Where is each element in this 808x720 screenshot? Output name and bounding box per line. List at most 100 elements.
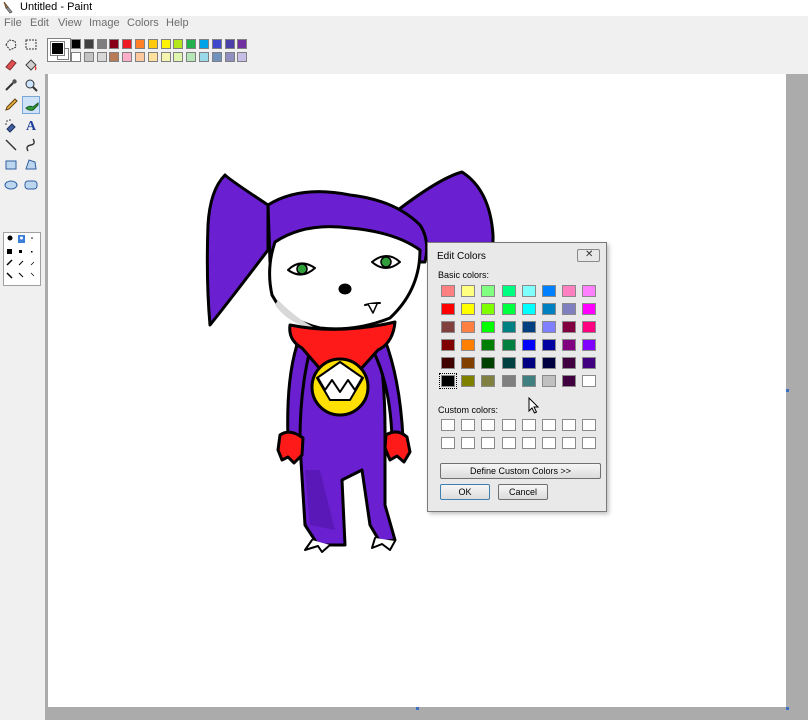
palette-swatch[interactable]: [71, 39, 81, 49]
palette-swatch[interactable]: [147, 39, 158, 49]
basic-color-swatch[interactable]: [582, 321, 597, 333]
basic-color-swatch[interactable]: [481, 357, 496, 369]
basic-color-swatch[interactable]: [441, 321, 455, 333]
brush-options-box[interactable]: [3, 232, 41, 286]
cancel-button[interactable]: Cancel: [498, 484, 548, 500]
custom-color-swatch[interactable]: [441, 437, 455, 449]
basic-color-swatch[interactable]: [461, 339, 476, 351]
basic-color-swatch[interactable]: [521, 285, 536, 297]
custom-color-swatch[interactable]: [562, 419, 577, 431]
basic-color-swatch[interactable]: [461, 357, 476, 369]
basic-color-swatch[interactable]: [582, 339, 597, 351]
palette-swatch[interactable]: [186, 39, 197, 49]
palette-swatch[interactable]: [186, 52, 197, 62]
basic-color-swatch[interactable]: [461, 321, 476, 333]
basic-color-swatch[interactable]: [481, 321, 496, 333]
define-custom-colors-button[interactable]: Define Custom Colors >>: [440, 463, 601, 479]
menu-image[interactable]: Image: [89, 17, 120, 29]
custom-color-swatch[interactable]: [501, 437, 516, 449]
basic-color-swatch[interactable]: [562, 321, 577, 333]
basic-color-swatch[interactable]: [521, 321, 536, 333]
brush-tool[interactable]: [22, 96, 40, 114]
custom-color-swatch[interactable]: [481, 437, 496, 449]
basic-color-swatch[interactable]: [441, 303, 455, 315]
dialog-close-button[interactable]: ✕: [577, 249, 600, 262]
palette-swatch[interactable]: [199, 39, 209, 49]
custom-color-swatch[interactable]: [461, 437, 476, 449]
palette-swatch[interactable]: [237, 52, 248, 62]
palette-swatch[interactable]: [135, 52, 145, 62]
basic-color-swatch[interactable]: [562, 339, 577, 351]
basic-color-swatch[interactable]: [562, 357, 577, 369]
palette-swatch[interactable]: [83, 39, 94, 49]
basic-color-swatch[interactable]: [562, 375, 577, 387]
canvas-resize-handle-right[interactable]: [786, 389, 789, 392]
palette-swatch[interactable]: [160, 39, 171, 49]
palette-swatch[interactable]: [237, 39, 248, 49]
palette-swatch[interactable]: [83, 52, 94, 62]
custom-color-swatch[interactable]: [542, 437, 556, 449]
menu-colors[interactable]: Colors: [127, 17, 159, 29]
palette-swatch[interactable]: [109, 39, 120, 49]
basic-color-swatch[interactable]: [521, 357, 536, 369]
basic-color-swatch[interactable]: [501, 339, 516, 351]
palette-swatch[interactable]: [147, 52, 158, 62]
custom-color-swatch[interactable]: [542, 419, 556, 431]
palette-swatch[interactable]: [122, 39, 133, 49]
palette-swatch[interactable]: [109, 52, 120, 62]
palette-swatch[interactable]: [96, 52, 107, 62]
palette-swatch[interactable]: [224, 52, 235, 62]
custom-color-swatch[interactable]: [501, 419, 516, 431]
basic-color-swatch[interactable]: [582, 375, 597, 387]
custom-color-swatch[interactable]: [521, 419, 536, 431]
basic-color-swatch[interactable]: [439, 373, 457, 389]
basic-color-swatch[interactable]: [461, 375, 476, 387]
palette-swatch[interactable]: [173, 39, 184, 49]
basic-color-swatch[interactable]: [461, 303, 476, 315]
custom-color-swatch[interactable]: [562, 437, 577, 449]
basic-color-swatch[interactable]: [441, 339, 455, 351]
menu-edit[interactable]: Edit: [30, 17, 49, 29]
palette-swatch[interactable]: [71, 52, 81, 62]
rectangle-tool[interactable]: [2, 156, 20, 174]
basic-color-swatch[interactable]: [501, 285, 516, 297]
custom-color-swatch[interactable]: [481, 419, 496, 431]
basic-color-swatch[interactable]: [582, 303, 597, 315]
magnifier-tool[interactable]: [22, 76, 40, 94]
pick-color-tool[interactable]: [2, 76, 20, 94]
palette-swatch[interactable]: [122, 52, 133, 62]
basic-color-swatch[interactable]: [521, 339, 536, 351]
airbrush-tool[interactable]: [2, 116, 20, 134]
palette-swatch[interactable]: [199, 52, 209, 62]
basic-color-swatch[interactable]: [461, 285, 476, 297]
line-tool[interactable]: [2, 136, 20, 154]
fill-tool[interactable]: [22, 56, 40, 74]
curve-tool[interactable]: [22, 136, 40, 154]
menu-file[interactable]: File: [4, 17, 22, 29]
menu-view[interactable]: View: [58, 17, 82, 29]
basic-color-swatch[interactable]: [542, 285, 556, 297]
basic-color-swatch[interactable]: [582, 357, 597, 369]
custom-color-swatch[interactable]: [461, 419, 476, 431]
basic-color-swatch[interactable]: [562, 303, 577, 315]
pencil-tool[interactable]: [2, 96, 20, 114]
menu-help[interactable]: Help: [166, 17, 189, 29]
rect-select-tool[interactable]: [22, 36, 40, 54]
free-form-select-tool[interactable]: [2, 36, 20, 54]
basic-color-swatch[interactable]: [441, 357, 455, 369]
custom-color-swatch[interactable]: [582, 419, 597, 431]
basic-color-swatch[interactable]: [481, 339, 496, 351]
rounded-rectangle-tool[interactable]: [22, 176, 40, 194]
basic-color-swatch[interactable]: [501, 375, 516, 387]
basic-color-swatch[interactable]: [521, 303, 536, 315]
basic-color-swatch[interactable]: [481, 303, 496, 315]
palette-swatch[interactable]: [96, 39, 107, 49]
basic-color-swatch[interactable]: [542, 303, 556, 315]
basic-color-swatch[interactable]: [582, 285, 597, 297]
basic-color-swatch[interactable]: [501, 321, 516, 333]
basic-color-swatch[interactable]: [542, 375, 556, 387]
palette-swatch[interactable]: [211, 52, 222, 62]
custom-color-swatch[interactable]: [441, 419, 455, 431]
custom-color-swatch[interactable]: [582, 437, 597, 449]
basic-color-swatch[interactable]: [501, 303, 516, 315]
